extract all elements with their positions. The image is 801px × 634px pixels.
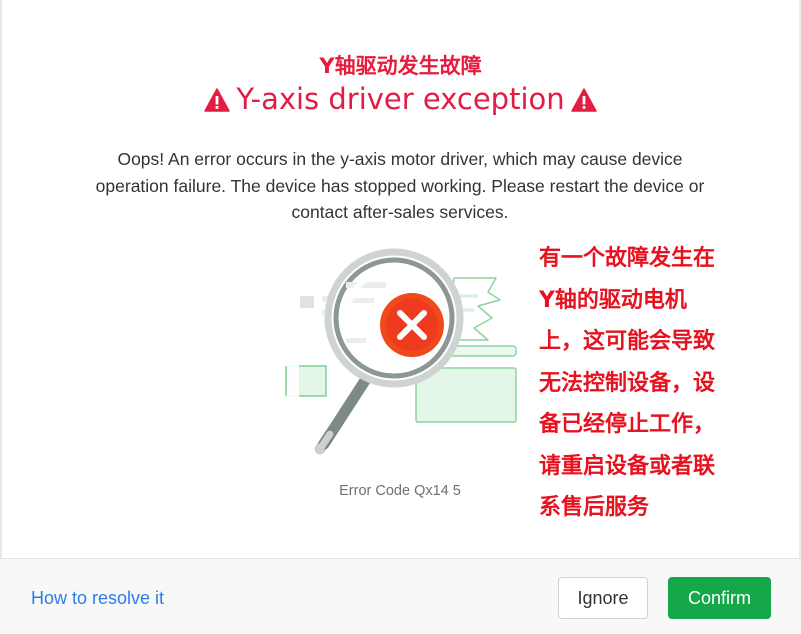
confirm-button[interactable]: Confirm: [668, 577, 771, 619]
annotation-line: 无法控制设备，设: [539, 370, 716, 396]
annotation-line: 上，这可能会导致: [539, 329, 716, 354]
annotation-line: 系售后服务: [539, 495, 650, 520]
dialog-title-chinese: Y轴驱动发生故障: [319, 54, 482, 78]
annotation-line: 备已经停止工作，: [539, 412, 716, 437]
ignore-button[interactable]: Ignore: [558, 577, 648, 619]
error-dialog: Y轴驱动发生故障 Y-axis driver exception Oops! A…: [0, 0, 801, 634]
error-code: Error Code Qx14 5: [339, 483, 461, 499]
warning-triangle-icon: [204, 85, 231, 119]
error-description: Oops! An error occurs in the y-axis moto…: [95, 149, 705, 222]
warning-triangle-icon: [570, 85, 597, 119]
doc-block: [300, 296, 314, 308]
dialog-title: Y-axis driver exception: [0, 82, 801, 119]
annotation-chinese: 有一个故障发生在 Y轴的驱动电机 上，这可能会导致 无法控制设备，设 备已经停止…: [539, 238, 749, 529]
dialog-title-text: Y-axis driver exception: [236, 82, 565, 116]
how-to-resolve-link[interactable]: How to resolve it: [31, 588, 164, 609]
annotation-line: 有一个故障发生在: [539, 246, 716, 271]
magnifier-error-icon: [278, 244, 528, 464]
annotation-line: Y轴的驱动电机: [539, 287, 687, 313]
annotation-line: 请重启设备或者联: [539, 453, 716, 479]
